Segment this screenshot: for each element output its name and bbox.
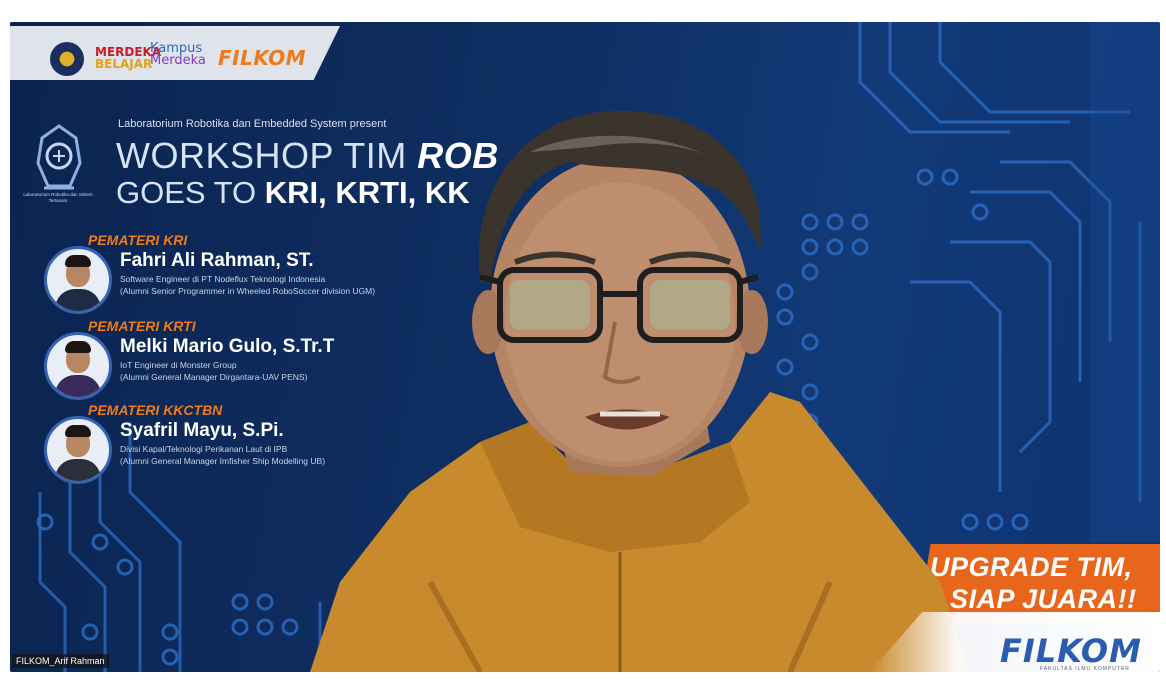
video-feed[interactable]: MERDEKA BELAJAR Kampus Merdeka FILKOM La… xyxy=(10,22,1160,672)
presenter-video xyxy=(310,110,970,672)
video-call-window: MERDEKA BELAJAR Kampus Merdeka FILKOM La… xyxy=(0,0,1166,680)
filkom-corner-subtitle: FAKULTAS ILMU KOMPUTER xyxy=(1040,666,1130,672)
participant-name-tag: FILKOM_Arif Rahman xyxy=(12,654,109,668)
filkom-corner-logo: FILKOM xyxy=(1000,632,1142,670)
